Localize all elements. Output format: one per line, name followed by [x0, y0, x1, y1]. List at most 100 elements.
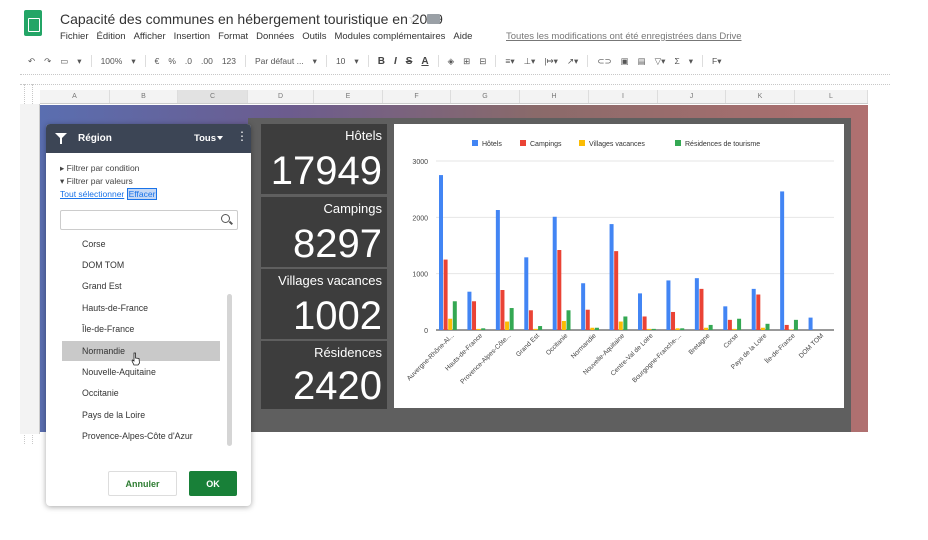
toolbar-divider [495, 55, 497, 67]
input-tools-icon[interactable]: F▾ [712, 56, 721, 67]
star-icon[interactable]: ☆ [408, 11, 420, 27]
ok-button[interactable]: OK [189, 471, 237, 496]
menu-help[interactable]: Aide [453, 31, 472, 42]
select-all-link[interactable]: Tout sélectionner [60, 189, 124, 199]
filter-header[interactable]: Région Tous ⋮ [46, 124, 251, 153]
column-j-header[interactable]: J [658, 90, 726, 103]
column-f-header[interactable]: F [383, 90, 451, 103]
decimal-increase-button[interactable]: .00 [201, 56, 213, 66]
menu-edit[interactable]: Édition [97, 31, 126, 42]
paint-format-icon[interactable]: ▾ [77, 56, 81, 67]
column-e-header[interactable]: E [314, 90, 383, 103]
more-vert-icon[interactable]: ⋮ [236, 130, 248, 142]
bar-chart[interactable]: 0 1000 2000 3000 Hôtels Campings Villages vaca… [394, 124, 844, 408]
toolbar-divider [367, 55, 369, 67]
currency-button[interactable]: € [155, 56, 160, 66]
chevron-down-icon: ▾ [354, 55, 359, 66]
column-c-header[interactable]: C [178, 90, 248, 103]
bar [614, 251, 619, 330]
column-i-header[interactable]: I [589, 90, 658, 103]
bar [481, 328, 486, 330]
borders-icon[interactable]: ⊞ [463, 56, 470, 67]
chart-svg: 0 1000 2000 3000 Hôtels Campings Villages vaca… [406, 140, 834, 386]
bold-button[interactable]: B [378, 56, 385, 67]
list-item[interactable]: Provence-Alpes-Côte d'Azur [62, 426, 220, 446]
bar [500, 290, 505, 330]
list-item[interactable]: Grand Est [62, 276, 220, 296]
menu-view[interactable]: Afficher [134, 31, 166, 42]
column-k-header[interactable]: K [726, 90, 795, 103]
text-color-button[interactable]: A [421, 56, 428, 67]
kpi-label: Campings [323, 201, 382, 216]
bar [566, 310, 571, 330]
comment-icon[interactable]: ▣ [621, 56, 629, 67]
x-tick-label: Bretagne [688, 332, 712, 356]
bar [594, 327, 599, 330]
text-rotate-icon[interactable]: ↗▾ [567, 56, 578, 67]
percent-button[interactable]: % [168, 56, 176, 66]
filter-by-condition[interactable]: ▸ Filtrer par condition [60, 163, 139, 174]
search-input[interactable] [60, 210, 238, 230]
list-item[interactable]: Hauts-de-France [62, 298, 220, 318]
font-size-select[interactable]: 10 [336, 56, 345, 66]
list-item[interactable]: Nouvelle-Aquitaine [62, 362, 220, 382]
column-header: A B C D E F G H I J K L [40, 90, 868, 104]
column-b-header[interactable]: B [110, 90, 178, 103]
merge-icon[interactable]: ⊟ [479, 56, 486, 67]
list-item[interactable]: Occitanie [62, 383, 220, 403]
menu-addons[interactable]: Modules complémentaires [334, 31, 445, 42]
kpi-campings[interactable]: Campings 8297 [261, 197, 387, 267]
filter-icon[interactable]: ▽▾ [655, 56, 666, 67]
link-icon[interactable]: ⊂⊃ [597, 56, 611, 67]
bar [694, 278, 699, 330]
folder-icon[interactable] [427, 14, 440, 24]
filter-by-values[interactable]: ▾ Filtrer par valeurs [60, 176, 133, 187]
column-l-header[interactable]: L [795, 90, 868, 103]
text-wrap-icon[interactable]: |↦▾ [544, 56, 558, 67]
decimal-decrease-button[interactable]: .0 [185, 56, 192, 66]
redo-icon[interactable]: ↷ [44, 56, 51, 67]
bar [642, 316, 647, 330]
list-item[interactable]: Île-de-France [62, 319, 220, 339]
x-tick-label: Bourgogne-Franche-... [631, 332, 683, 384]
scrollbar[interactable] [227, 294, 232, 446]
column-h-header[interactable]: H [520, 90, 589, 103]
kpi-villages-vacances[interactable]: Villages vacances 1002 [261, 269, 387, 339]
kpi-label: Hôtels [345, 128, 382, 143]
menu-data[interactable]: Données [256, 31, 294, 42]
print-icon[interactable]: ▭ [60, 56, 68, 67]
bar [765, 323, 770, 330]
list-item[interactable]: Corse [62, 234, 220, 254]
column-a-header[interactable]: A [40, 90, 110, 103]
kpi-hotels[interactable]: Hôtels 17949 [261, 124, 387, 194]
column-d-header[interactable]: D [248, 90, 314, 103]
font-select[interactable]: Par défaut ... [255, 56, 304, 66]
menu-file[interactable]: Fichier [60, 31, 89, 42]
filter-all-dropdown[interactable]: Tous [194, 133, 216, 144]
menu-format[interactable]: Format [218, 31, 248, 42]
functions-button[interactable]: Σ [674, 56, 679, 66]
chevron-down-icon: ▾ [312, 55, 317, 66]
cancel-button[interactable]: Annuler [108, 471, 177, 496]
align-horizontal-icon[interactable]: ≡▾ [505, 56, 514, 67]
column-g-header[interactable]: G [451, 90, 520, 103]
undo-icon[interactable]: ↶ [28, 56, 35, 67]
list-item[interactable]: DOM TOM [62, 255, 220, 275]
document-title[interactable]: Capacité des communes en hébergement tou… [60, 11, 443, 27]
chart-icon[interactable]: ▤ [638, 56, 646, 67]
fill-color-icon[interactable]: ◈ [448, 56, 455, 67]
list-item[interactable]: Pays de la Loire [62, 405, 220, 425]
zoom-select[interactable]: 100% [101, 56, 123, 66]
save-status-link[interactable]: Toutes les modifications ont été enregis… [506, 31, 742, 42]
sheets-logo-icon[interactable] [24, 10, 42, 36]
clear-link[interactable]: Effacer [126, 188, 158, 200]
align-vertical-icon[interactable]: ⊥▾ [524, 56, 536, 67]
menu-tools[interactable]: Outils [302, 31, 326, 42]
list-item-hovered[interactable]: Normandie [62, 341, 220, 361]
italic-button[interactable]: I [394, 56, 397, 67]
more-formats-button[interactable]: 123 [222, 56, 236, 66]
strikethrough-button[interactable]: S [406, 56, 413, 67]
kpi-residences[interactable]: Résidences 2420 [261, 341, 387, 409]
menu-insert[interactable]: Insertion [174, 31, 210, 42]
bar [680, 328, 685, 330]
